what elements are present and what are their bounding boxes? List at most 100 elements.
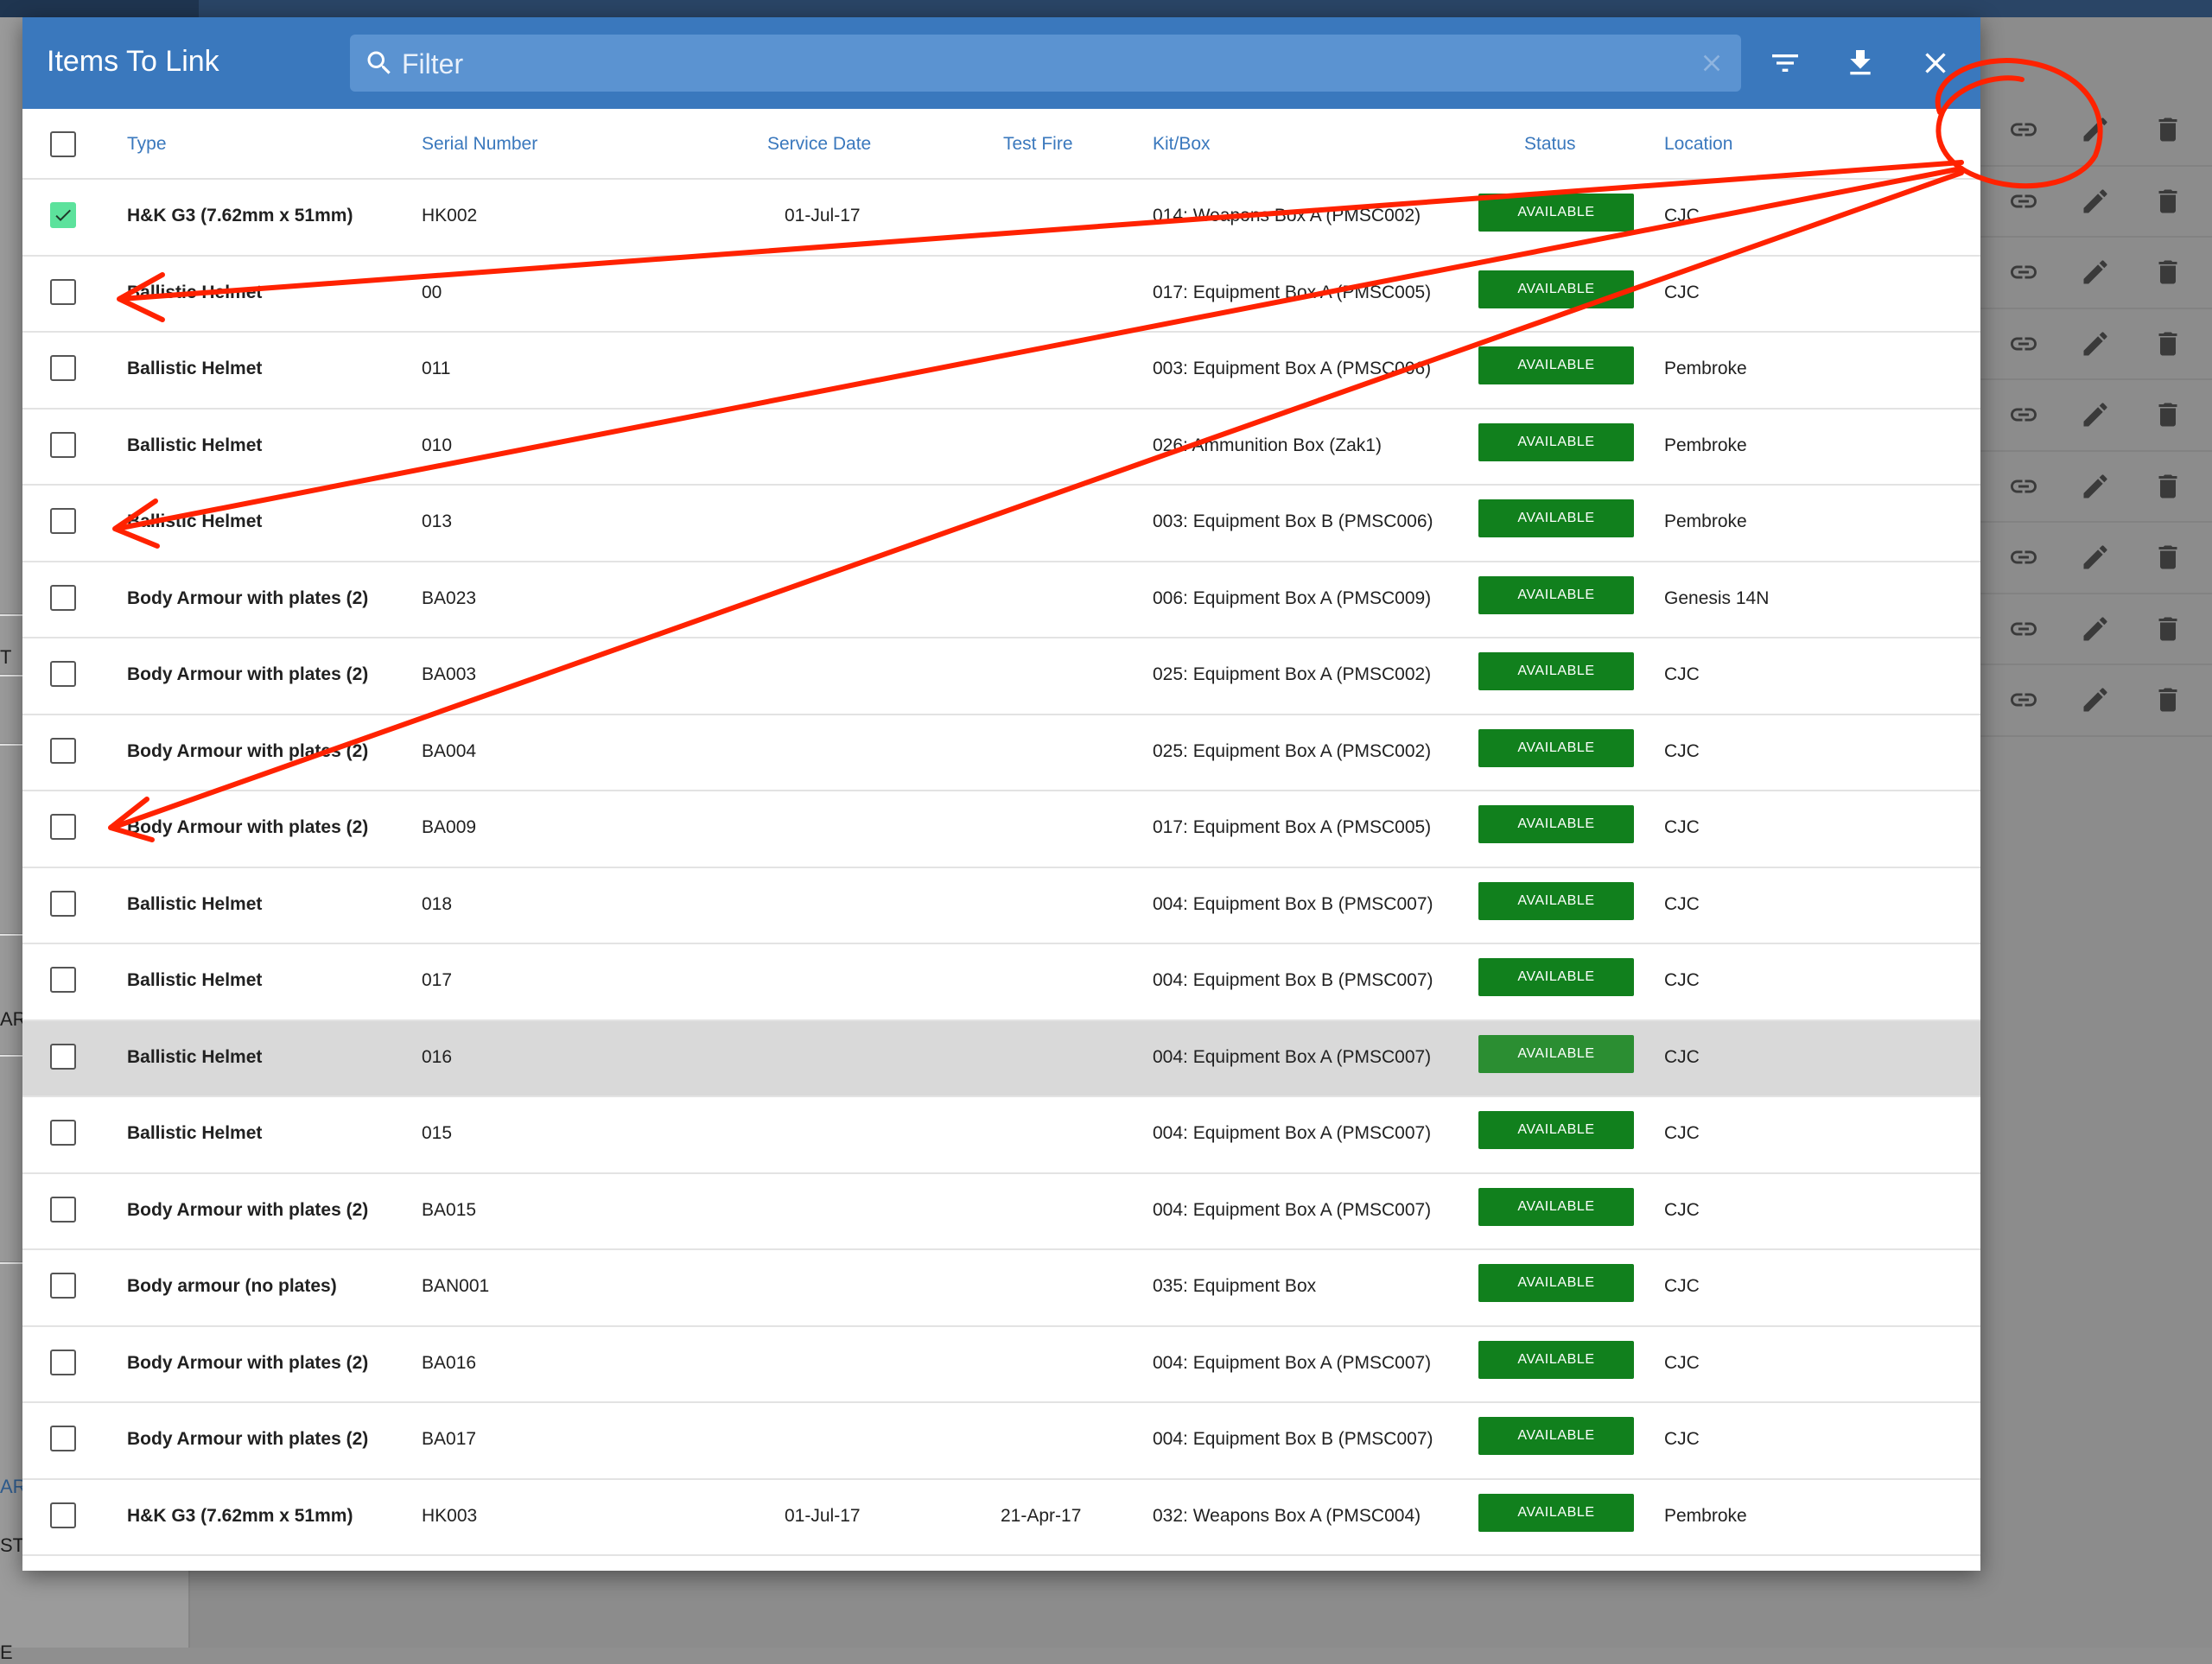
cell-type: Body Armour with plates (2) [127, 1199, 369, 1220]
trash-icon[interactable] [2151, 397, 2185, 432]
filter-input[interactable] [400, 41, 1682, 86]
table-row[interactable]: Ballistic Helmet 017 004: Equipment Box B … [22, 944, 1980, 1021]
trash-icon[interactable] [2151, 255, 2185, 289]
row-checkbox[interactable] [50, 584, 76, 611]
table-row[interactable]: Body Armour with plates (2) BA023 006: Equ… [22, 562, 1980, 638]
table-row[interactable]: Ballistic Helmet 011 003: Equipment Box A … [22, 333, 1980, 410]
filter-list-button[interactable] [1768, 46, 1802, 80]
table-row[interactable]: Ballistic Helmet 00 017: Equipment Box A (… [22, 256, 1980, 333]
row-checkbox[interactable] [50, 278, 76, 305]
pencil-icon[interactable] [2078, 327, 2113, 361]
row-checkbox[interactable] [50, 1043, 76, 1070]
pencil-icon[interactable] [2078, 683, 2113, 717]
row-checkbox[interactable] [50, 1120, 76, 1146]
row-checkbox[interactable] [50, 1349, 76, 1375]
pencil-icon[interactable] [2078, 255, 2113, 289]
cell-type: Body Armour with plates (2) [127, 740, 369, 761]
table-row[interactable]: Ballistic Helmet 018 004: Equipment Box B … [22, 867, 1980, 944]
row-checkbox[interactable] [50, 661, 76, 687]
link-icon[interactable] [2006, 540, 2041, 575]
table-row[interactable]: Ballistic Helmet 013 003: Equipment Box B … [22, 486, 1980, 562]
trash-icon[interactable] [2151, 469, 2185, 504]
row-checkbox[interactable] [50, 1273, 76, 1299]
pencil-icon[interactable] [2078, 112, 2113, 147]
table-row[interactable]: Body Armour with plates (2) BA003 025: Equ… [22, 638, 1980, 715]
pencil-icon[interactable] [2078, 612, 2113, 646]
trash-icon[interactable] [2151, 184, 2185, 219]
cell-kit-box: 004: Equipment Box B (PMSC007) [1153, 1429, 1433, 1449]
cell-serial-number: 018 [422, 893, 453, 914]
link-icon[interactable] [2006, 397, 2041, 432]
cell-serial-number: 00 [422, 282, 442, 302]
trash-icon[interactable] [2151, 112, 2185, 147]
row-checkbox[interactable] [50, 1196, 76, 1223]
select-all-checkbox[interactable] [50, 131, 76, 157]
pencil-icon[interactable] [2078, 184, 2113, 219]
pencil-icon[interactable] [2078, 397, 2113, 432]
close-dialog-button[interactable] [1918, 46, 1953, 80]
cell-type: Ballistic Helmet [127, 1046, 263, 1067]
background-action-row [1980, 380, 2212, 452]
cell-kit-box: 032: Weapons Box A (PMSC004) [1153, 1505, 1421, 1526]
column-header-kit-box[interactable]: Kit/Box [1153, 134, 1211, 155]
cell-type: Body armour (no plates) [127, 1276, 337, 1296]
link-icon[interactable] [2006, 683, 2041, 717]
download-icon [1850, 50, 1871, 75]
link-icon[interactable] [2006, 255, 2041, 289]
cell-type: H&K G3 (7.62mm x 51mm) [127, 206, 353, 225]
cell-serial-number: BAN001 [422, 1276, 490, 1296]
table-row[interactable]: Ballistic Helmet 010 026: Ammunition Box (… [22, 409, 1980, 486]
cell-serial-number: BA003 [422, 664, 477, 684]
trash-icon[interactable] [2151, 683, 2185, 717]
table-row[interactable]: Body Armour with plates (2) BA016 004: Equ… [22, 1326, 1980, 1403]
link-icon[interactable] [2006, 612, 2041, 646]
row-checkbox[interactable] [50, 737, 76, 764]
table-row[interactable]: H&K G3 (7.62mm x 51mm) HK003 01-Jul-17 21-A… [22, 1479, 1980, 1556]
pencil-icon[interactable] [2078, 469, 2113, 504]
row-checkbox[interactable] [50, 967, 76, 993]
cell-location: CJC [1664, 1429, 1700, 1449]
table-row[interactable]: Body armour (no plates) BAN001 035: Equipm… [22, 1250, 1980, 1327]
column-header-type[interactable]: Type [127, 134, 167, 155]
trash-icon[interactable] [2151, 327, 2185, 361]
filter-box [350, 35, 1741, 92]
trash-icon[interactable] [2151, 540, 2185, 575]
table-row[interactable]: Body Armour with plates (2) BA017 004: Equ… [22, 1403, 1980, 1480]
cell-kit-box: 025: Equipment Box A (PMSC002) [1153, 740, 1432, 761]
row-checkbox[interactable] [50, 1502, 76, 1528]
column-header-test-fire[interactable]: Test Fire [1003, 134, 1073, 155]
table-row[interactable]: Ballistic Helmet 016 004: Equipment Box A … [22, 1020, 1980, 1097]
trash-icon[interactable] [2151, 612, 2185, 646]
column-header-status[interactable]: Status [1524, 134, 1576, 155]
table-row[interactable]: H&K G3 (7.62mm x 51mm) HK002 01-Jul-17 014:… [22, 180, 1980, 257]
row-checkbox[interactable] [50, 508, 76, 534]
table-row[interactable]: Body Armour with plates (2) BA009 017: Equ… [22, 791, 1980, 868]
row-checkbox[interactable] [50, 890, 76, 917]
close-icon [1925, 53, 1946, 73]
row-checkbox[interactable] [50, 355, 76, 381]
table-row[interactable]: Ballistic Helmet 015 004: Equipment Box A … [22, 1097, 1980, 1174]
row-checkbox[interactable] [50, 431, 76, 458]
column-header-serial-number[interactable]: Serial Number [422, 134, 537, 155]
cell-kit-box: 004: Equipment Box A (PMSC007) [1153, 1123, 1432, 1143]
column-header-service-date[interactable]: Service Date [767, 134, 871, 155]
link-icon[interactable] [2006, 112, 2041, 147]
column-header-location[interactable]: Location [1664, 134, 1732, 155]
row-checkbox[interactable] [50, 1426, 76, 1451]
link-icon[interactable] [2006, 184, 2041, 219]
clear-filter-icon[interactable] [1698, 49, 1726, 77]
download-button[interactable] [1843, 46, 1878, 80]
cell-serial-number: BA016 [422, 1352, 477, 1373]
row-checkbox[interactable] [50, 202, 76, 228]
link-icon[interactable] [2006, 469, 2041, 504]
row-checkbox[interactable] [50, 814, 76, 840]
cell-type: Body Armour with plates (2) [127, 817, 369, 837]
table-row[interactable]: Body Armour with plates (2) BA015 004: Equ… [22, 1173, 1980, 1250]
table-row[interactable]: Body Armour with plates (2) BA004 025: Equ… [22, 715, 1980, 791]
pencil-icon[interactable] [2078, 540, 2113, 575]
cell-location: Pembroke [1664, 359, 1747, 378]
link-icon[interactable] [2006, 327, 2041, 361]
sidebar-text-fragment: E [0, 1642, 13, 1663]
status-badge: AVAILABLE [1478, 881, 1634, 920]
cell-type: Body Armour with plates (2) [127, 1352, 369, 1373]
